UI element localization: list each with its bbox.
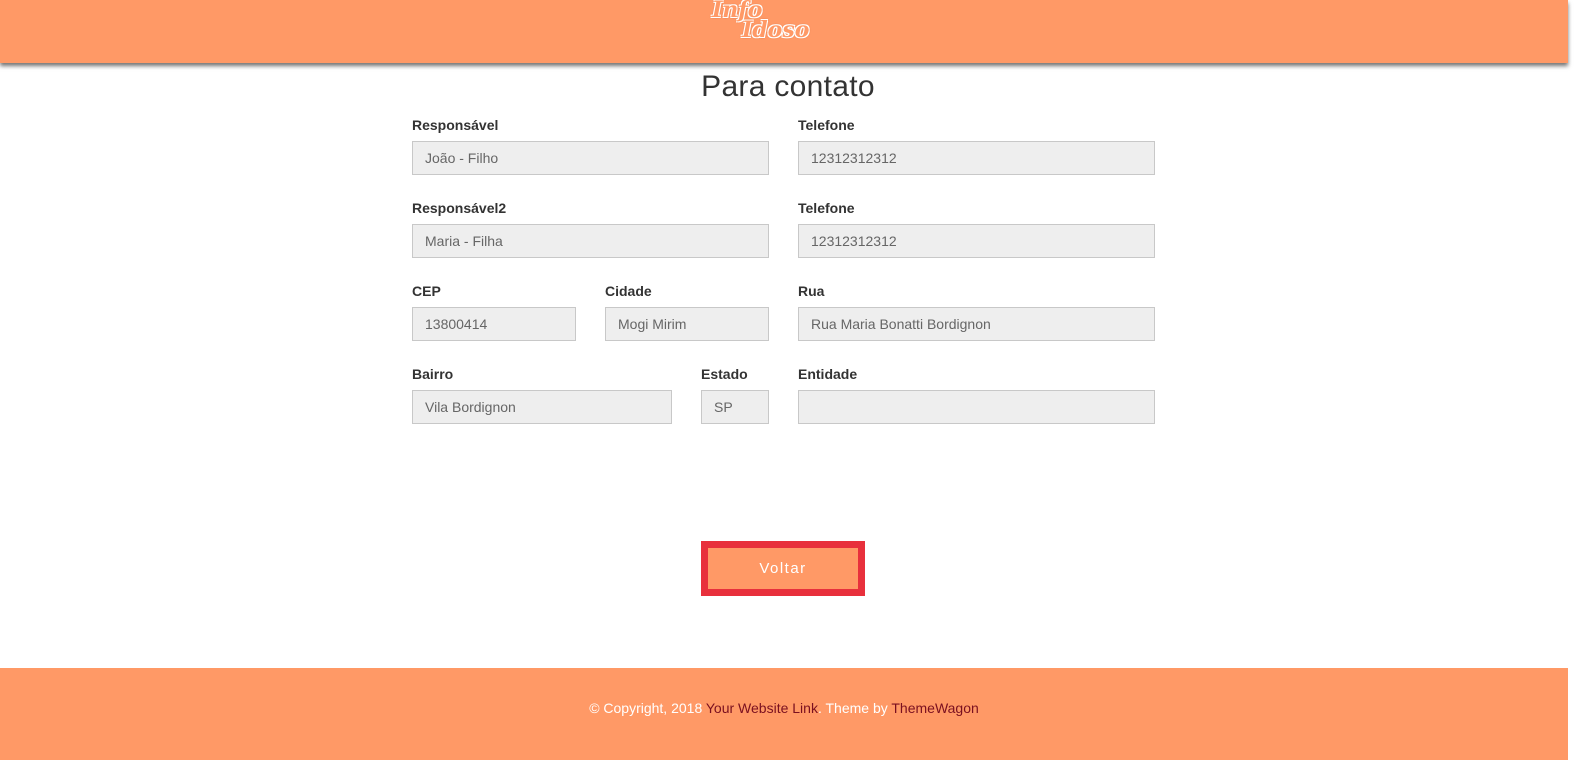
entidade-label: Entidade bbox=[798, 366, 858, 382]
telefone-1-label: Telefone bbox=[798, 117, 855, 133]
responsavel-2-input[interactable]: Maria - Filha bbox=[412, 224, 769, 258]
telefone-2-label: Telefone bbox=[798, 200, 855, 216]
bairro-input[interactable]: Vila Bordignon bbox=[412, 390, 672, 424]
header-bar: Info Idoso bbox=[0, 0, 1568, 63]
back-button[interactable]: Voltar bbox=[708, 548, 858, 589]
entidade-input[interactable] bbox=[798, 390, 1155, 424]
cep-input[interactable]: 13800414 bbox=[412, 307, 576, 341]
cep-label: CEP bbox=[412, 283, 441, 299]
responsavel-input[interactable]: João - Filho bbox=[412, 141, 769, 175]
estado-label: Estado bbox=[701, 366, 748, 382]
field-estado: Estado SP bbox=[701, 366, 769, 424]
cidade-label: Cidade bbox=[605, 283, 652, 299]
estado-input[interactable]: SP bbox=[701, 390, 769, 424]
field-cidade: Cidade Mogi Mirim bbox=[605, 283, 769, 341]
field-responsavel-2: Responsável2 Maria - Filha bbox=[412, 200, 769, 258]
field-rua: Rua Rua Maria Bonatti Bordignon bbox=[798, 283, 1155, 341]
telefone-1-input[interactable]: 12312312312 bbox=[798, 141, 1155, 175]
footer-theme-by: . Theme by bbox=[817, 700, 888, 716]
rua-input[interactable]: Rua Maria Bonatti Bordignon bbox=[798, 307, 1155, 341]
footer: © Copyright, 2018 Your Website Link. The… bbox=[0, 668, 1568, 760]
back-button-highlight: Voltar bbox=[701, 541, 865, 596]
field-telefone-1: Telefone 12312312312 bbox=[798, 117, 1155, 175]
page-scrollbar[interactable] bbox=[1568, 0, 1584, 760]
cidade-input[interactable]: Mogi Mirim bbox=[605, 307, 769, 341]
page-title: Para contato bbox=[701, 70, 875, 103]
field-telefone-2: Telefone 12312312312 bbox=[798, 200, 1155, 258]
responsavel-2-label: Responsável2 bbox=[412, 200, 507, 216]
footer-themewagon-link[interactable]: ThemeWagon bbox=[891, 700, 978, 716]
responsavel-label: Responsável bbox=[412, 117, 499, 133]
field-responsavel: Responsável João - Filho bbox=[412, 117, 769, 175]
field-entidade: Entidade bbox=[798, 366, 1155, 424]
site-logo[interactable]: Info Idoso bbox=[712, 0, 824, 52]
footer-website-link[interactable]: Your Website Link bbox=[706, 700, 818, 716]
rua-label: Rua bbox=[798, 283, 825, 299]
logo-text-line2: Idoso bbox=[742, 17, 810, 43]
telefone-2-input[interactable]: 12312312312 bbox=[798, 224, 1155, 258]
field-bairro: Bairro Vila Bordignon bbox=[412, 366, 672, 424]
bairro-label: Bairro bbox=[412, 366, 454, 382]
field-cep: CEP 13800414 bbox=[412, 283, 576, 341]
footer-copyright: © Copyright, 2018 bbox=[589, 700, 703, 716]
